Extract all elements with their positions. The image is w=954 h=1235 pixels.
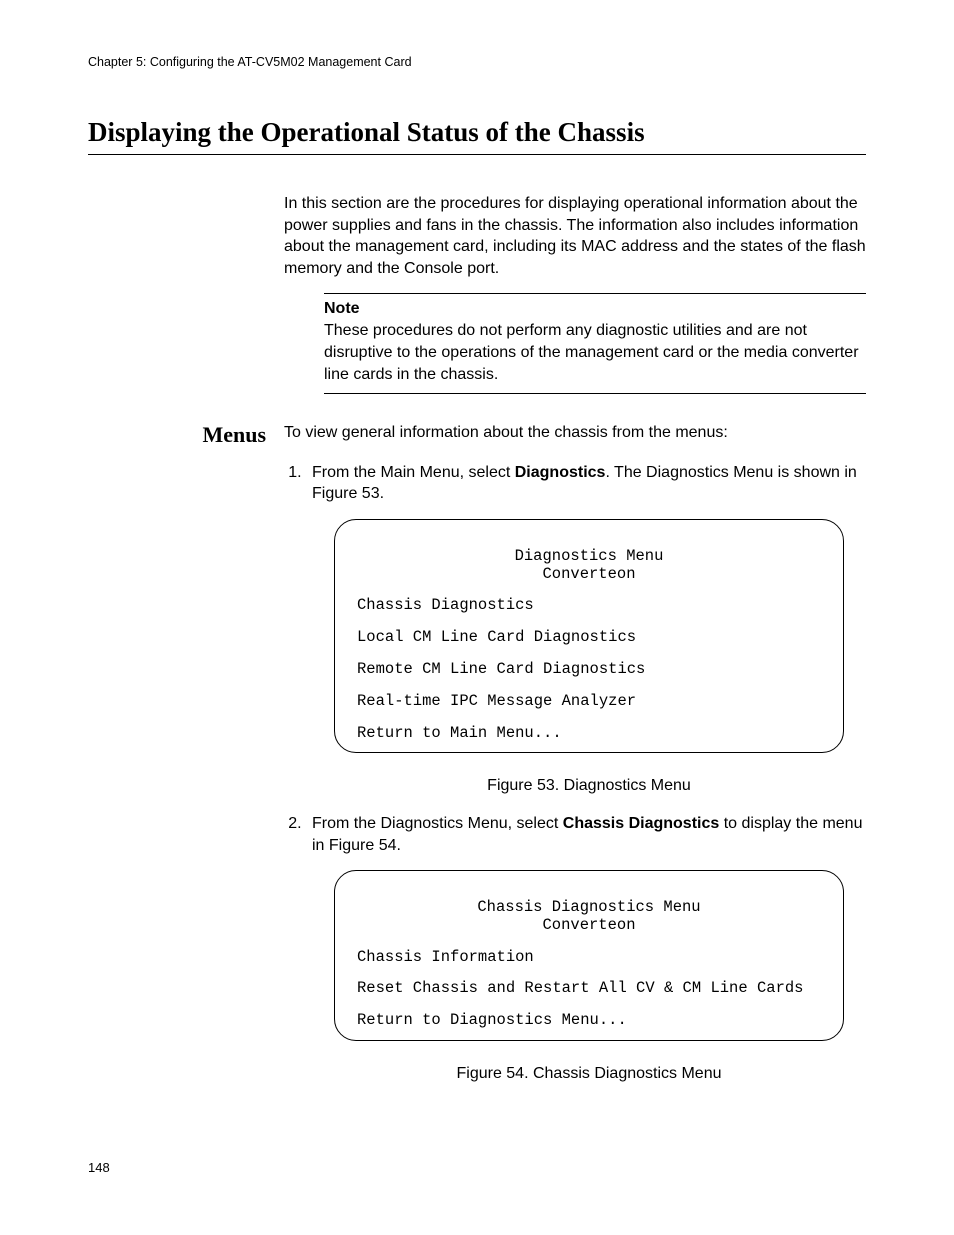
step2-bold: Chassis Diagnostics <box>563 815 720 832</box>
fig53-title: Diagnostics Menu <box>357 548 821 566</box>
figure-53-terminal: Diagnostics MenuConverteon Chassis Diagno… <box>334 519 844 754</box>
menus-content: To view general information about the ch… <box>284 422 866 1101</box>
sidehead-menus: Menus <box>88 422 284 448</box>
page-number: 148 <box>88 1160 110 1175</box>
step-1: From the Main Menu, select Diagnostics. … <box>306 462 866 797</box>
figure-53-caption: Figure 53. Diagnostics Menu <box>312 775 866 797</box>
intro-block: In this section are the procedures for d… <box>284 193 866 394</box>
note-text: These procedures do not perform any diag… <box>324 320 866 385</box>
running-header: Chapter 5: Configuring the AT-CV5M02 Man… <box>88 55 866 69</box>
figure-54-terminal: Chassis Diagnostics MenuConverteon Chassi… <box>334 870 844 1041</box>
fig53-item-2: Remote CM Line Card Diagnostics <box>357 661 821 679</box>
fig53-item-0: Chassis Diagnostics <box>357 597 821 615</box>
menus-intro: To view general information about the ch… <box>284 422 866 444</box>
step-2: From the Diagnostics Menu, select Chassi… <box>306 813 866 1085</box>
steps-list: From the Main Menu, select Diagnostics. … <box>284 462 866 1085</box>
section-title: Displaying the Operational Status of the… <box>88 117 866 148</box>
fig54-item-0: Chassis Information <box>357 949 821 967</box>
fig54-item-2: Return to Diagnostics Menu... <box>357 1012 821 1030</box>
intro-paragraph: In this section are the procedures for d… <box>284 193 866 279</box>
fig54-title: Chassis Diagnostics Menu <box>357 899 821 917</box>
figure-54-caption: Figure 54. Chassis Diagnostics Menu <box>312 1063 866 1085</box>
menus-section: Menus To view general information about … <box>88 422 866 1101</box>
page: Chapter 5: Configuring the AT-CV5M02 Man… <box>0 0 954 1235</box>
step2-pre: From the Diagnostics Menu, select <box>312 815 563 832</box>
step1-pre: From the Main Menu, select <box>312 464 515 481</box>
step1-bold: Diagnostics <box>515 464 606 481</box>
fig53-item-4: Return to Main Menu... <box>357 725 821 743</box>
fig53-subtitle: Converteon <box>357 566 821 584</box>
title-rule <box>88 154 866 155</box>
fig54-item-1: Reset Chassis and Restart All CV & CM Li… <box>357 980 821 998</box>
note-label: Note <box>324 300 866 318</box>
fig53-item-3: Real-time IPC Message Analyzer <box>357 693 821 711</box>
fig53-item-1: Local CM Line Card Diagnostics <box>357 629 821 647</box>
fig54-subtitle: Converteon <box>357 917 821 935</box>
note-box: Note These procedures do not perform any… <box>324 293 866 394</box>
